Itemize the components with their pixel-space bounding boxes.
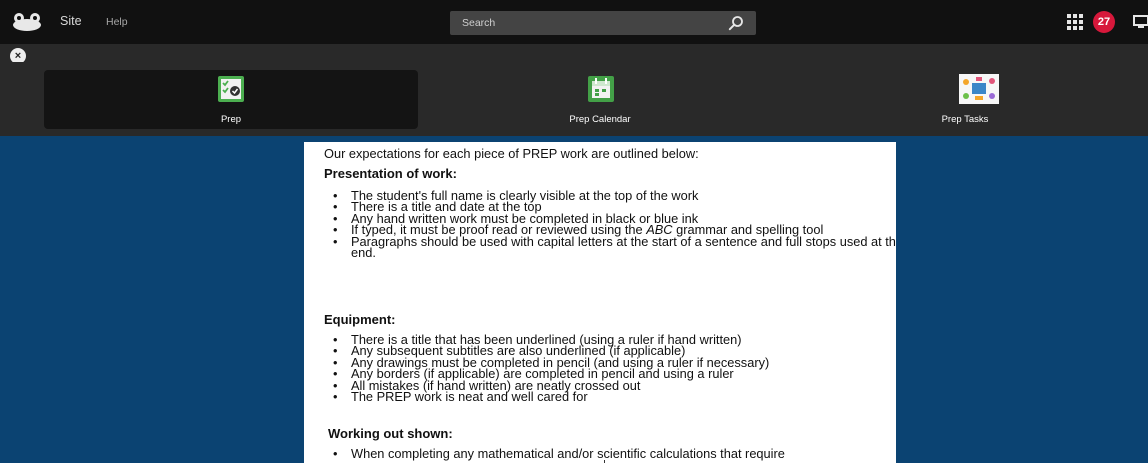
- toolbar-item-prep-tasks[interactable]: Prep Tasks: [782, 70, 1148, 129]
- calendar-icon: [588, 76, 614, 102]
- section-heading-equipment: Equipment:: [324, 312, 396, 327]
- section-heading-working-out: Working out shown:: [328, 426, 453, 441]
- search-icon[interactable]: [728, 15, 744, 31]
- document-intro: Our expectations for each piece of PREP …: [324, 146, 699, 161]
- top-bar: Site Help Search 27: [0, 0, 1148, 44]
- nav-site-link[interactable]: Site: [60, 14, 82, 28]
- prep-document: Our expectations for each piece of PREP …: [304, 142, 896, 463]
- app-toolbar: Prep Prep Calendar Prep Tasks: [0, 62, 1148, 136]
- apps-grid-icon[interactable]: [1066, 13, 1084, 31]
- working-out-list: When completing any mathematical and/or …: [304, 447, 896, 460]
- message-icon[interactable]: [1133, 15, 1148, 29]
- toolbar-item-prep[interactable]: Prep: [44, 70, 418, 129]
- list-item: The PREP work is neat and well cared for: [333, 390, 896, 403]
- section-heading-presentation: Presentation of work:: [324, 166, 457, 181]
- toolbar-item-label: Prep Calendar: [569, 114, 631, 125]
- list-item: Paragraphs should be used with capital l…: [333, 235, 896, 259]
- panel-header-strip: ×: [0, 44, 1148, 64]
- checklist-icon: [218, 76, 244, 102]
- nav-help-link[interactable]: Help: [106, 16, 128, 28]
- toolbar-item-prep-calendar[interactable]: Prep Calendar: [418, 70, 782, 129]
- toolbar-item-label: Prep Tasks: [941, 114, 989, 125]
- equipment-list: There is a title that has been underline…: [304, 333, 896, 403]
- tasks-illustration-icon: [959, 74, 999, 104]
- presentation-list: The student's full name is clearly visib…: [304, 189, 896, 259]
- frog-logo-icon[interactable]: [10, 12, 44, 32]
- search-box[interactable]: Search: [450, 11, 756, 35]
- search-input[interactable]: Search: [462, 17, 495, 29]
- list-item: When completing any mathematical and/or …: [333, 447, 896, 460]
- notification-badge[interactable]: 27: [1093, 11, 1115, 33]
- toolbar-item-label: Prep: [220, 114, 242, 125]
